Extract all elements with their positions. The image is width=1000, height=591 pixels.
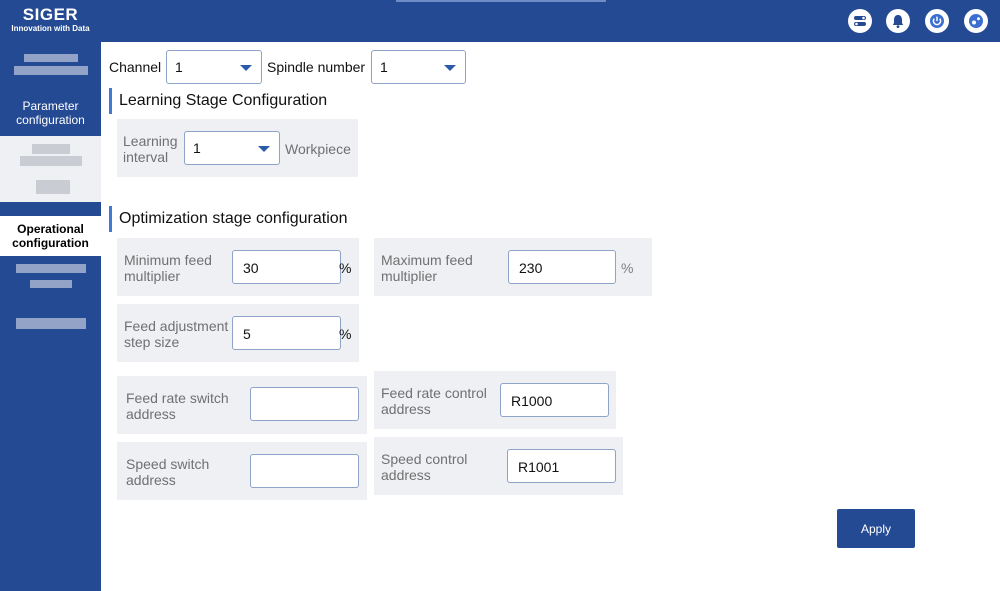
sidebar-item-parameter-configuration[interactable]: Parameter configuration xyxy=(0,99,101,127)
speed-switch-label: Speed switch address xyxy=(126,456,210,488)
max-feed-label: Maximum feed multiplier xyxy=(381,252,473,284)
feed-control-input[interactable]: R1000 xyxy=(500,383,609,417)
top-header: SIGER Innovation with Data xyxy=(0,0,1000,42)
max-feed-input[interactable]: 230 xyxy=(508,250,616,284)
settings-icon[interactable] xyxy=(964,9,988,33)
blurred-label xyxy=(36,180,70,194)
feed-switch-label: Feed rate switch address xyxy=(126,390,229,422)
feed-control-panel: Feed rate control address R1000 xyxy=(374,371,616,429)
learning-interval-value: 1 xyxy=(193,140,201,156)
chevron-down-icon xyxy=(240,65,252,71)
feed-switch-input[interactable] xyxy=(250,387,359,421)
speed-switch-input[interactable] xyxy=(250,454,359,488)
min-feed-unit: % xyxy=(339,260,352,276)
sidebar-item-operational-configuration[interactable]: Operational configuration xyxy=(0,216,101,256)
learning-section-title: Learning Stage Configuration xyxy=(109,88,327,114)
sidebar-item-hidden-3[interactable] xyxy=(16,264,86,273)
chevron-down-icon xyxy=(258,146,270,152)
sidebar-item-hidden-3b xyxy=(30,280,72,288)
toggle-icon[interactable] xyxy=(848,9,872,33)
min-feed-label: Minimum feed multiplier xyxy=(124,252,212,284)
sidebar-item-hidden-1[interactable] xyxy=(24,54,78,62)
brand-tagline: Innovation with Data xyxy=(11,24,90,33)
speed-control-label: Speed control address xyxy=(381,451,468,483)
apply-button[interactable]: Apply xyxy=(837,509,915,548)
step-size-label: Feed adjustment step size xyxy=(124,318,229,350)
min-feed-panel: Minimum feed multiplier 30 % xyxy=(117,238,359,296)
learning-interval-panel: Learning interval 1 Workpiece xyxy=(117,119,358,177)
spindle-select-value: 1 xyxy=(380,59,388,75)
top-strip xyxy=(396,0,606,2)
channel-select-value: 1 xyxy=(175,59,183,75)
optimization-section-title: Optimization stage configuration xyxy=(109,206,348,232)
step-size-unit: % xyxy=(339,326,352,342)
speed-control-panel: Speed control address R1001 xyxy=(374,437,623,495)
spindle-select[interactable]: 1 xyxy=(371,50,466,84)
learning-interval-select[interactable]: 1 xyxy=(184,131,280,165)
blurred-label xyxy=(32,144,70,154)
max-feed-panel: Maximum feed multiplier 230 % xyxy=(374,238,652,296)
feed-switch-panel: Feed rate switch address xyxy=(117,376,367,434)
sidebar: Parameter configuration Operational conf… xyxy=(0,42,101,591)
min-feed-input[interactable]: 30 xyxy=(232,250,341,284)
brand-logo: SIGER Innovation with Data xyxy=(0,0,101,42)
blurred-label xyxy=(20,156,82,166)
speed-control-input[interactable]: R1001 xyxy=(507,449,616,483)
speed-switch-panel: Speed switch address xyxy=(117,442,367,500)
chevron-down-icon xyxy=(444,65,456,71)
step-size-input[interactable]: 5 xyxy=(232,316,341,350)
max-feed-unit: % xyxy=(621,260,634,276)
sidebar-item-hidden-2[interactable] xyxy=(0,136,101,202)
channel-select[interactable]: 1 xyxy=(166,50,262,84)
channel-label: Channel xyxy=(109,59,162,75)
sidebar-item-hidden-1b xyxy=(14,66,88,75)
bell-icon[interactable] xyxy=(886,9,910,33)
sidebar-item-hidden-4[interactable] xyxy=(16,318,86,329)
step-size-panel: Feed adjustment step size 5 % xyxy=(117,304,359,362)
brand-name: SIGER xyxy=(22,5,79,24)
feed-control-label: Feed rate control address xyxy=(381,385,487,417)
app-root: SIGER Innovation with Data Parameter con… xyxy=(0,0,1000,591)
learning-interval-unit: Workpiece xyxy=(285,141,351,157)
spindle-label: Spindle number xyxy=(267,59,366,75)
learning-interval-label: Learning interval xyxy=(123,133,178,165)
power-icon[interactable] xyxy=(925,9,949,33)
